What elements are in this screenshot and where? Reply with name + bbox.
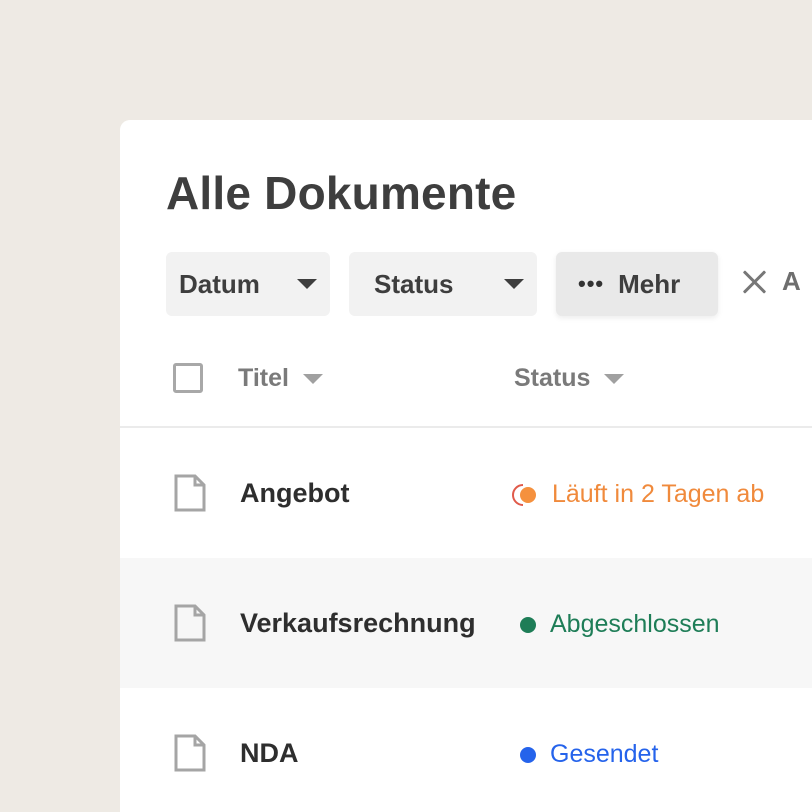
expiring-clock-icon bbox=[512, 482, 538, 508]
table-row[interactable]: NDA Gesendet bbox=[120, 688, 812, 812]
more-filters-label: Mehr bbox=[618, 268, 681, 299]
column-header-label: Titel bbox=[238, 364, 289, 392]
table-row[interactable]: Angebot Läuft in 2 Tagen ab bbox=[120, 428, 812, 558]
document-title[interactable]: NDA bbox=[240, 738, 299, 769]
filter-datum-label: Datum bbox=[179, 268, 260, 299]
more-dots-icon: ••• bbox=[578, 271, 605, 296]
clear-filters-button[interactable]: A bbox=[742, 266, 801, 297]
document-icon bbox=[174, 604, 206, 642]
table-row[interactable]: Verkaufsrechnung Abgeschlossen bbox=[120, 558, 812, 688]
document-title[interactable]: Verkaufsrechnung bbox=[240, 608, 476, 639]
clear-filters-label: A bbox=[782, 266, 801, 296]
filter-datum-dropdown[interactable]: Datum bbox=[166, 252, 330, 316]
status-badge: Läuft in 2 Tagen ab bbox=[512, 480, 764, 509]
caret-down-icon bbox=[297, 279, 317, 289]
caret-down-icon bbox=[604, 373, 625, 384]
document-title[interactable]: Angebot bbox=[240, 478, 349, 509]
column-header-titel[interactable]: Titel bbox=[238, 364, 323, 393]
status-label: Gesendet bbox=[550, 740, 659, 768]
more-filters-button[interactable]: ••• Mehr bbox=[556, 252, 718, 316]
status-label: Läuft in 2 Tagen ab bbox=[552, 480, 765, 508]
page-title: Alle Dokumente bbox=[166, 167, 517, 219]
status-label: Abgeschlossen bbox=[550, 610, 720, 638]
caret-down-icon bbox=[504, 279, 524, 289]
status-dot-icon bbox=[520, 746, 536, 763]
document-icon bbox=[174, 474, 206, 512]
status-dot-icon bbox=[520, 616, 536, 633]
table-header: Titel Status bbox=[120, 330, 812, 428]
column-header-label: Status bbox=[514, 364, 591, 392]
status-badge: Abgeschlossen bbox=[520, 610, 720, 639]
document-icon bbox=[174, 734, 206, 772]
close-icon bbox=[742, 270, 766, 294]
select-all-checkbox[interactable] bbox=[173, 363, 203, 393]
caret-down-icon bbox=[302, 373, 323, 384]
documents-panel: Alle Dokumente Datum Status ••• Mehr A T… bbox=[120, 120, 812, 812]
column-header-status[interactable]: Status bbox=[514, 364, 625, 393]
filter-status-label: Status bbox=[374, 268, 454, 299]
filter-status-dropdown[interactable]: Status bbox=[349, 252, 537, 316]
status-badge: Gesendet bbox=[520, 740, 658, 769]
